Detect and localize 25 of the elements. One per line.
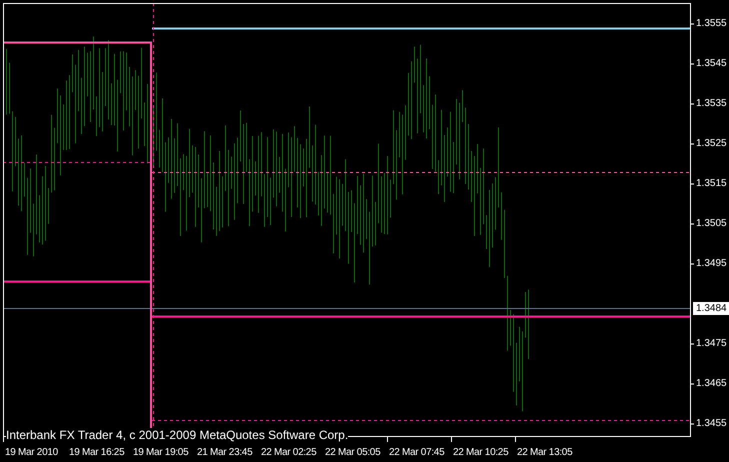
price-axis-label: 1.3475 xyxy=(696,338,727,350)
axis-tick xyxy=(387,436,388,442)
time-axis-label: 22 Mar 05:05 xyxy=(325,447,380,459)
current-price-label: 1.3484 xyxy=(693,302,729,315)
price-axis-label: 1.3535 xyxy=(696,98,727,110)
price-axis-label: 1.3545 xyxy=(696,58,727,70)
price-axis-label: 1.3515 xyxy=(696,178,727,190)
price-axis-label: 1.3465 xyxy=(696,378,727,390)
time-axis-label: 19 Mar 16:25 xyxy=(69,447,124,459)
axis-tick xyxy=(515,436,516,442)
time-axis-label: 22 Mar 02:25 xyxy=(261,447,316,459)
time-axis-label: 19 Mar 2010 xyxy=(5,447,58,459)
axis-tick xyxy=(3,436,4,442)
time-axis-label: 22 Mar 13:05 xyxy=(517,447,572,459)
price-axis-label: 1.3455 xyxy=(696,418,727,430)
price-axis-label: 1.3555 xyxy=(696,18,727,30)
time-axis-label: 22 Mar 07:45 xyxy=(389,447,444,459)
time-axis-label: 19 Mar 19:05 xyxy=(133,447,188,459)
copyright-text: Interbank FX Trader 4, c 2001-2009 MetaQuotes Software Corp. xyxy=(6,428,348,442)
time-axis-label: 21 Mar 23:45 xyxy=(197,447,252,459)
time-axis-label: 22 Mar 10:25 xyxy=(453,447,508,459)
axis-tick xyxy=(451,436,452,442)
price-axis-label: 1.3525 xyxy=(696,138,727,150)
price-axis-label: 1.3505 xyxy=(696,218,727,230)
price-axis-label: 1.3495 xyxy=(696,258,727,270)
